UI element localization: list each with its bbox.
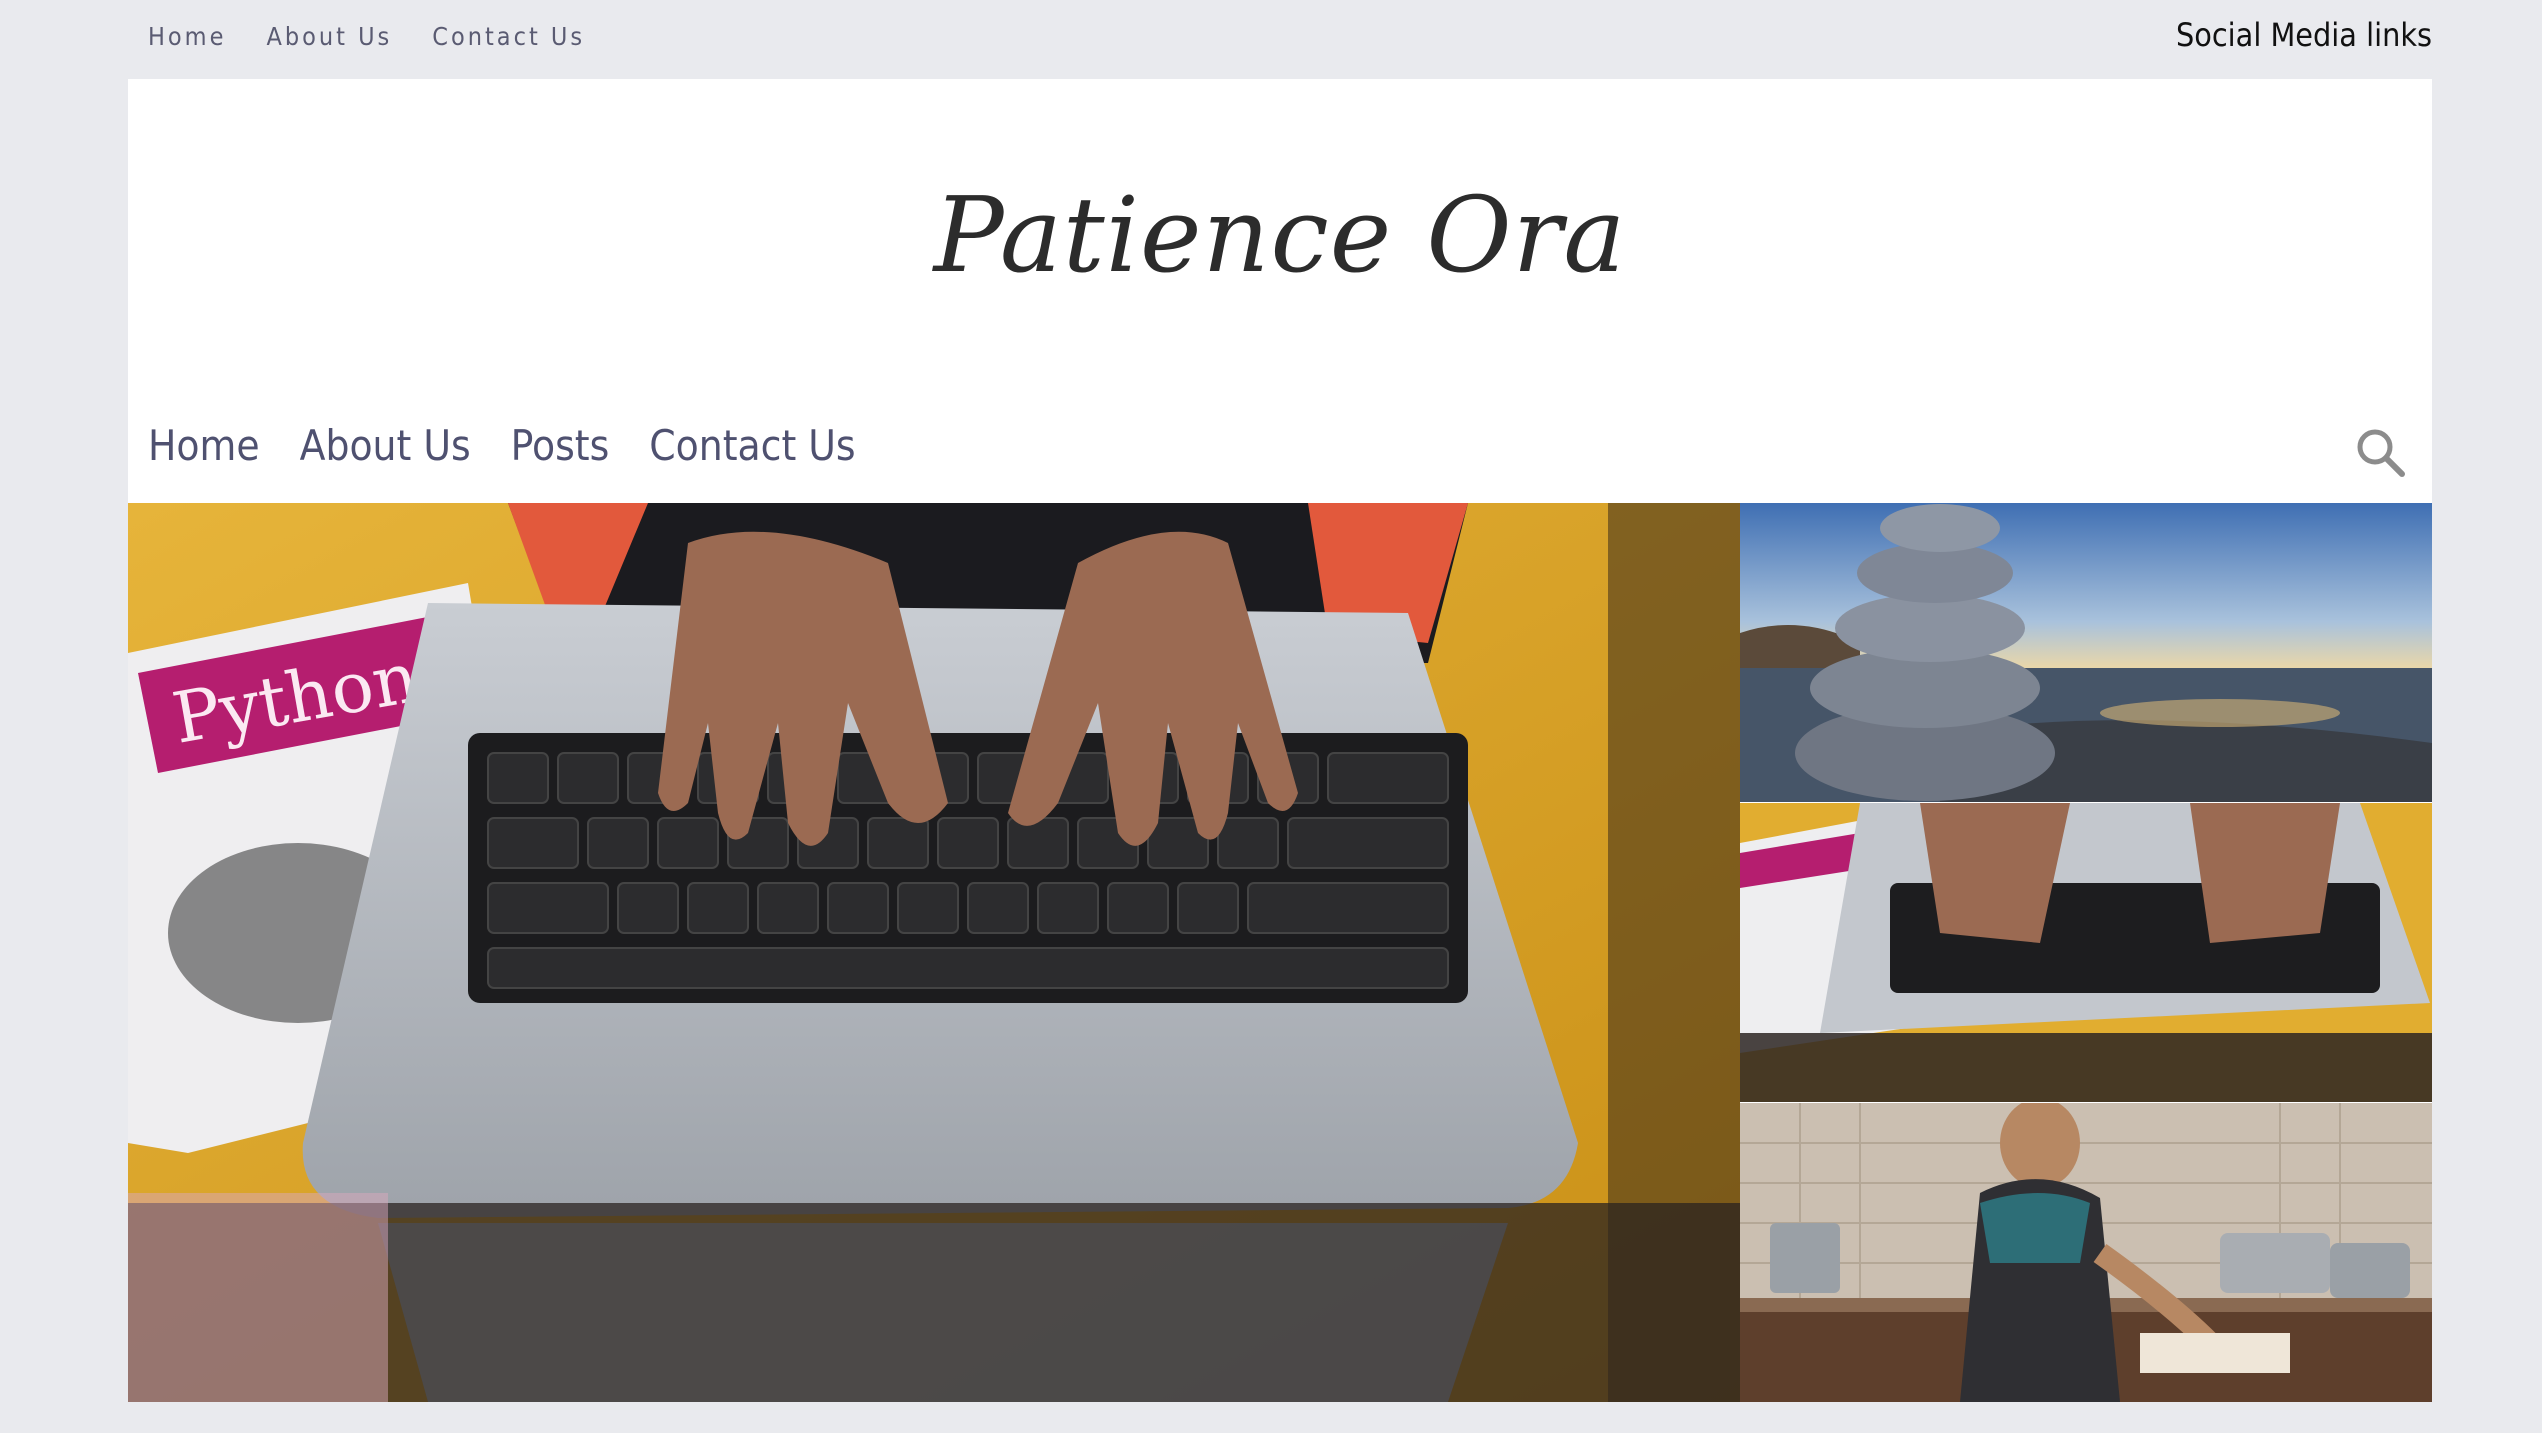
social-media-links[interactable]: Social Media links xyxy=(2176,16,2432,54)
main-nav-about-us[interactable]: About Us xyxy=(300,421,471,470)
top-nav-about-us[interactable]: About Us xyxy=(266,22,392,51)
header-panel: Patience Ora Home About Us Posts Contact… xyxy=(128,79,2432,1402)
search-icon xyxy=(2357,429,2405,477)
top-bar: Home About Us Contact Us Social Media li… xyxy=(128,0,2432,79)
featured-post-kitchen[interactable] xyxy=(1740,1103,2432,1402)
kitchen-woman-image xyxy=(1740,1103,2432,1402)
main-nav: Home About Us Posts Contact Us xyxy=(148,421,856,470)
top-nav-contact-us[interactable]: Contact Us xyxy=(432,22,585,51)
main-nav-posts[interactable]: Posts xyxy=(511,421,610,470)
featured-post-hero[interactable]: Python xyxy=(128,503,1740,1402)
search-button[interactable] xyxy=(2352,424,2408,480)
featured-side-column xyxy=(1740,503,2432,1402)
top-nav: Home About Us Contact Us xyxy=(148,22,585,51)
main-nav-contact-us[interactable]: Contact Us xyxy=(649,421,855,470)
top-nav-home[interactable]: Home xyxy=(148,22,226,51)
featured-post-stones[interactable] xyxy=(1740,503,2432,802)
site-title[interactable]: Patience Ora xyxy=(128,174,2432,296)
featured-grid: Python xyxy=(128,503,2432,1402)
stones-beach-image xyxy=(1740,503,2432,802)
main-nav-home[interactable]: Home xyxy=(148,421,260,470)
hero-laptop-image: Python xyxy=(128,503,1740,1402)
laptop-small-image xyxy=(1740,803,2432,1102)
featured-post-laptop[interactable] xyxy=(1740,803,2432,1102)
